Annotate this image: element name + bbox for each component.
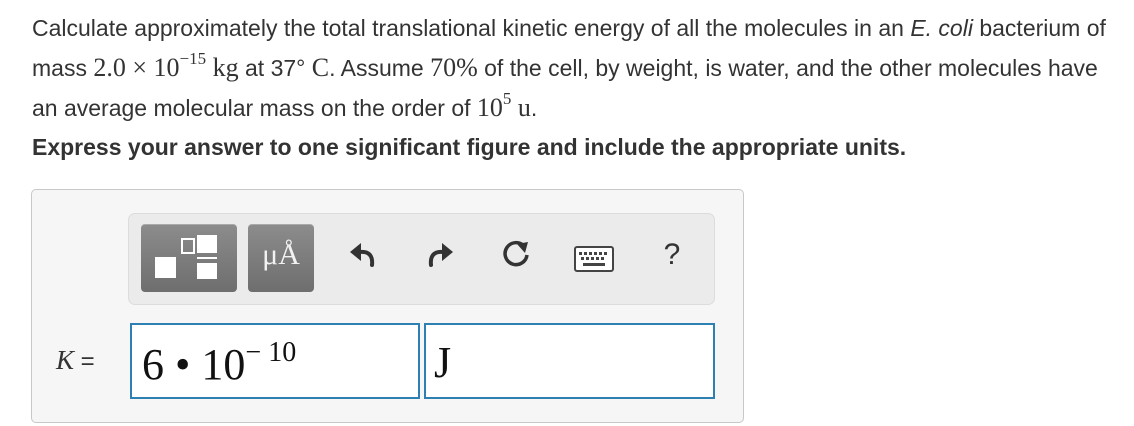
units-label: μÅ bbox=[262, 238, 300, 271]
mass-exponent: −15 bbox=[179, 49, 207, 68]
answer-value-mantissa: 6 • 10 bbox=[142, 340, 246, 389]
reset-icon[interactable] bbox=[500, 238, 532, 270]
units-button[interactable]: μÅ bbox=[248, 224, 314, 292]
problem-text-6: . bbox=[530, 95, 538, 121]
problem-text-3: at 37° bbox=[238, 55, 312, 81]
answer-instruction: Express your answer to one significant f… bbox=[32, 134, 907, 160]
templates-icon bbox=[155, 235, 217, 279]
answer-label: K = bbox=[56, 345, 95, 376]
organism-name: E. coli bbox=[910, 15, 973, 41]
answer-value-text: 6 • 10− 10 bbox=[142, 337, 296, 390]
templates-button[interactable] bbox=[141, 224, 237, 292]
answer-value-input[interactable]: 6 • 10− 10 bbox=[130, 323, 420, 399]
problem-text-1: Calculate approximately the total transl… bbox=[32, 15, 911, 41]
answer-unit-input[interactable]: J bbox=[424, 323, 715, 399]
answer-variable: K bbox=[56, 345, 75, 375]
undo-icon[interactable] bbox=[347, 238, 379, 270]
water-percentage: 70% bbox=[430, 53, 478, 82]
mass-coefficient: 2.0 × 10 bbox=[93, 53, 180, 82]
molecular-mass-base: 10 bbox=[476, 93, 503, 122]
mass-unit: kg bbox=[206, 53, 239, 82]
answer-equals: = bbox=[74, 348, 95, 375]
problem-statement: Calculate approximately the total transl… bbox=[32, 8, 1122, 128]
keyboard-icon[interactable] bbox=[574, 246, 614, 272]
help-button[interactable]: ? bbox=[660, 238, 684, 272]
molecular-mass-unit: u bbox=[511, 93, 531, 122]
redo-icon[interactable] bbox=[424, 238, 456, 270]
temperature-unit: C bbox=[311, 53, 330, 82]
help-icon: ? bbox=[663, 238, 681, 271]
problem-text-4: . Assume bbox=[329, 55, 431, 81]
answer-unit-text: J bbox=[434, 338, 452, 387]
answer-value-exponent: − 10 bbox=[245, 337, 297, 368]
